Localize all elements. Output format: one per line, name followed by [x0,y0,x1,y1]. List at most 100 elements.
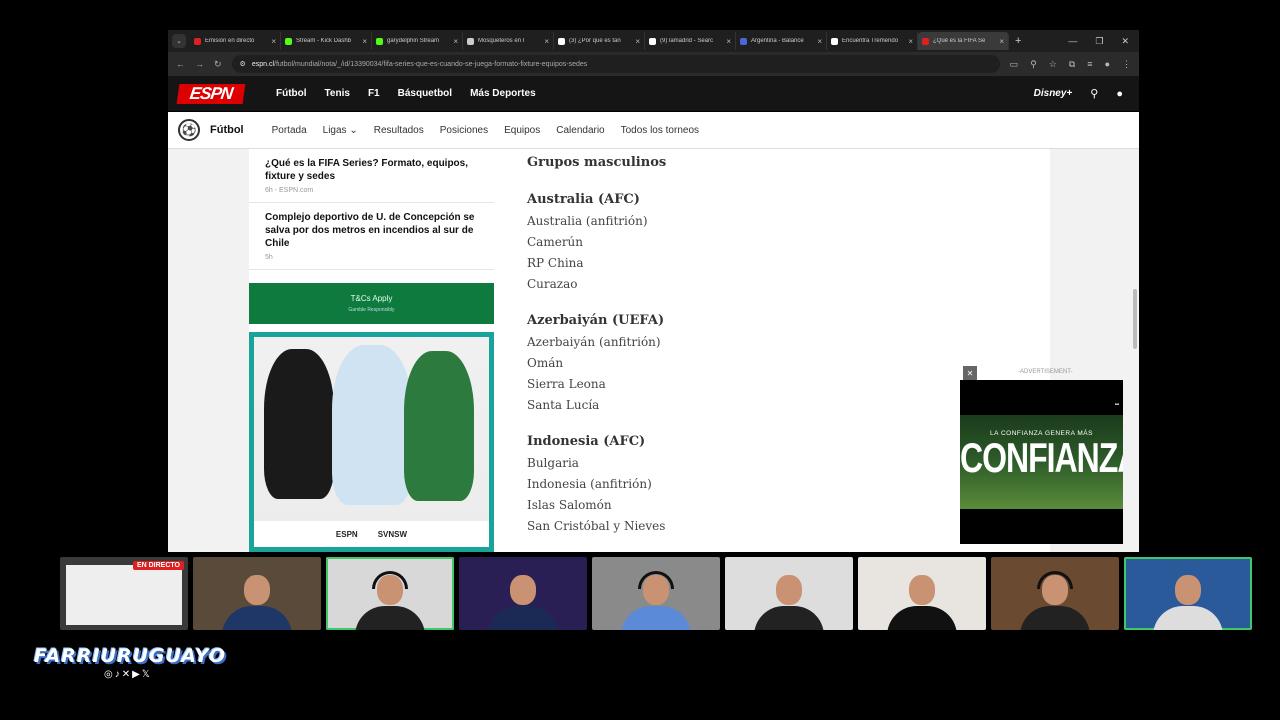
extensions-icon[interactable]: ⧉ [1069,59,1075,70]
browser-tab[interactable]: Argentina - Balance × [736,32,827,50]
bookmark-star-icon[interactable]: ☆ [1049,59,1057,70]
cast-icon[interactable]: ▭ [1010,59,1019,70]
person-body [355,606,425,630]
stream-stage: ⌄ Emisión en directo × Stream - Kick Dashb… [0,0,1280,720]
player-figure [264,349,334,499]
person-face [1175,575,1201,605]
browser-tab[interactable]: (3) ¿Por qué es tan × [554,32,645,50]
forward-icon[interactable]: → [195,59,204,69]
news-meta: 5h [265,254,273,261]
espn-logo[interactable]: ESPN [176,83,246,104]
back-icon[interactable]: ← [176,59,185,69]
webcam-tile-speaking [326,557,454,630]
espn-header: ESPN Fútbol Tenis F1 Básquetbol Más Deportes… [168,76,1139,112]
promo-line-2: Gamble Responsibly [348,307,395,313]
espn-nav-item[interactable]: Básquetbol [398,88,452,99]
article-heading: Grupos masculinos [527,155,667,170]
webcam-tile [858,557,986,630]
person-body [1020,606,1090,630]
ad-brand-icon: ▪▪ [1114,402,1119,408]
espn-nav-item[interactable]: Fútbol [276,88,307,99]
webcam-tile [193,557,321,630]
tab-favicon-icon [649,37,656,45]
tab-favicon-icon [376,37,383,45]
tab-favicon-icon [285,37,292,45]
tab-favicon-icon [194,37,201,45]
disney-plus-logo[interactable]: Disney+ [1034,88,1073,99]
zoom-icon[interactable]: ⚲ [1030,59,1037,70]
browser-menu-icon[interactable]: ⋮ [1122,59,1131,70]
minimize-icon[interactable]: — [1068,36,1077,47]
new-tab-button[interactable]: + [1015,35,1021,47]
tab-close-icon[interactable]: × [726,37,731,46]
section-nav: ⚽ Fútbol Portada Ligas ⌄ Resultados Posicio… [168,112,1139,149]
browser-tab[interactable]: (9) lamadrid - Searc × [645,32,736,50]
search-icon[interactable]: ⚲ [1090,87,1098,100]
restore-icon[interactable]: ❐ [1095,36,1103,47]
browser-tab[interactable]: Emisión en directo × [190,32,281,50]
ad-close-button[interactable]: ✕ [963,366,977,380]
browser-tab[interactable]: ¿Qué es la FIFA Se × [918,32,1009,50]
espn-main-nav: Fútbol Tenis F1 Básquetbol Más Deportes [276,88,536,99]
person-face [244,575,270,605]
section-nav-item[interactable]: Equipos [504,125,540,136]
tab-close-icon[interactable]: × [908,37,913,46]
tab-favicon-icon [467,37,474,45]
person-face [776,575,802,605]
section-nav-item[interactable]: Posiciones [440,125,488,136]
url-field[interactable]: ⚙ espn.cl/futbol/mundial/nota/_/id/13390… [231,55,1000,73]
webcam-tile [991,557,1119,630]
tab-close-icon[interactable]: × [817,37,822,46]
section-nav-item[interactable]: Todos los torneos [621,125,699,136]
section-nav-item[interactable]: Calendario [556,125,604,136]
browser-tab[interactable]: Stream - Kick Dashb × [281,32,372,50]
section-nav-item[interactable]: Portada [272,125,307,136]
tab-close-icon[interactable]: × [362,37,367,46]
betting-promo-banner[interactable]: T&Cs Apply Gamble Responsibly [249,283,494,324]
section-nav-item[interactable]: Ligas ⌄ [323,125,358,136]
tab-close-icon[interactable]: × [635,37,640,46]
tab-close-icon[interactable]: × [271,37,276,46]
section-nav-item[interactable]: Resultados [374,125,424,136]
reading-list-icon[interactable]: ≡ [1087,59,1092,70]
tab-favicon-icon [922,37,929,45]
live-badge: EN DIRECTO [132,561,184,570]
person-body [887,606,957,630]
browser-tab[interactable]: Mosqueteros en I × [463,32,554,50]
espn-nav-item[interactable]: Más Deportes [470,88,536,99]
tab-close-icon[interactable]: × [544,37,549,46]
profile-icon[interactable]: ● [1105,59,1110,70]
reload-icon[interactable]: ↻ [214,59,222,70]
browser-tab[interactable]: garydelphin Stream × [372,32,463,50]
person-face [377,575,403,605]
webcam-tile [725,557,853,630]
espn-nav-item[interactable]: Tenis [325,88,350,99]
site-info-icon[interactable]: ⚙ [240,60,246,68]
video-advertisement[interactable]: ▪▪ LA CONFIANZA GENERA MÁS CONFIANZA [960,380,1123,544]
news-meta: 6h - ESPN.com [265,187,314,194]
page-scrollbar[interactable] [1133,289,1137,349]
news-title: Complejo deportivo de U. de Concepción s… [265,212,475,249]
rugby-sevens-poster[interactable]: ESPN SVNSW [249,332,494,552]
tab-close-icon[interactable]: × [453,37,458,46]
tab-search-button[interactable]: ⌄ [172,34,186,48]
webcam-tile-speaking [1124,557,1252,630]
tab-close-icon[interactable]: × [999,37,1004,46]
news-item[interactable]: ¿Qué es la FIFA Series? Formato, equipos… [249,149,494,203]
group-title: Azerbaiyán (UEFA) [527,313,665,328]
person-face [510,575,536,605]
browser-tab[interactable]: Encuentra Tremendo × [827,32,918,50]
tab-title: Emisión en directo [205,38,255,44]
news-item[interactable]: Complejo deportivo de U. de Concepción s… [249,203,494,270]
group-title: Australia (AFC) [527,192,640,207]
person-body [222,606,292,630]
ad-headline: CONFIANZA [960,434,1123,482]
close-window-icon[interactable]: ✕ [1121,36,1129,47]
espn-nav-item[interactable]: F1 [368,88,380,99]
account-icon[interactable]: ● [1116,88,1123,100]
poster-image: ESPN SVNSW [254,337,489,547]
section-links: Portada Ligas ⌄ Resultados Posiciones Equipo… [272,125,699,136]
section-title[interactable]: Fútbol [210,124,244,136]
poster-footer: ESPN SVNSW [254,521,489,547]
tab-favicon-icon [558,37,565,45]
